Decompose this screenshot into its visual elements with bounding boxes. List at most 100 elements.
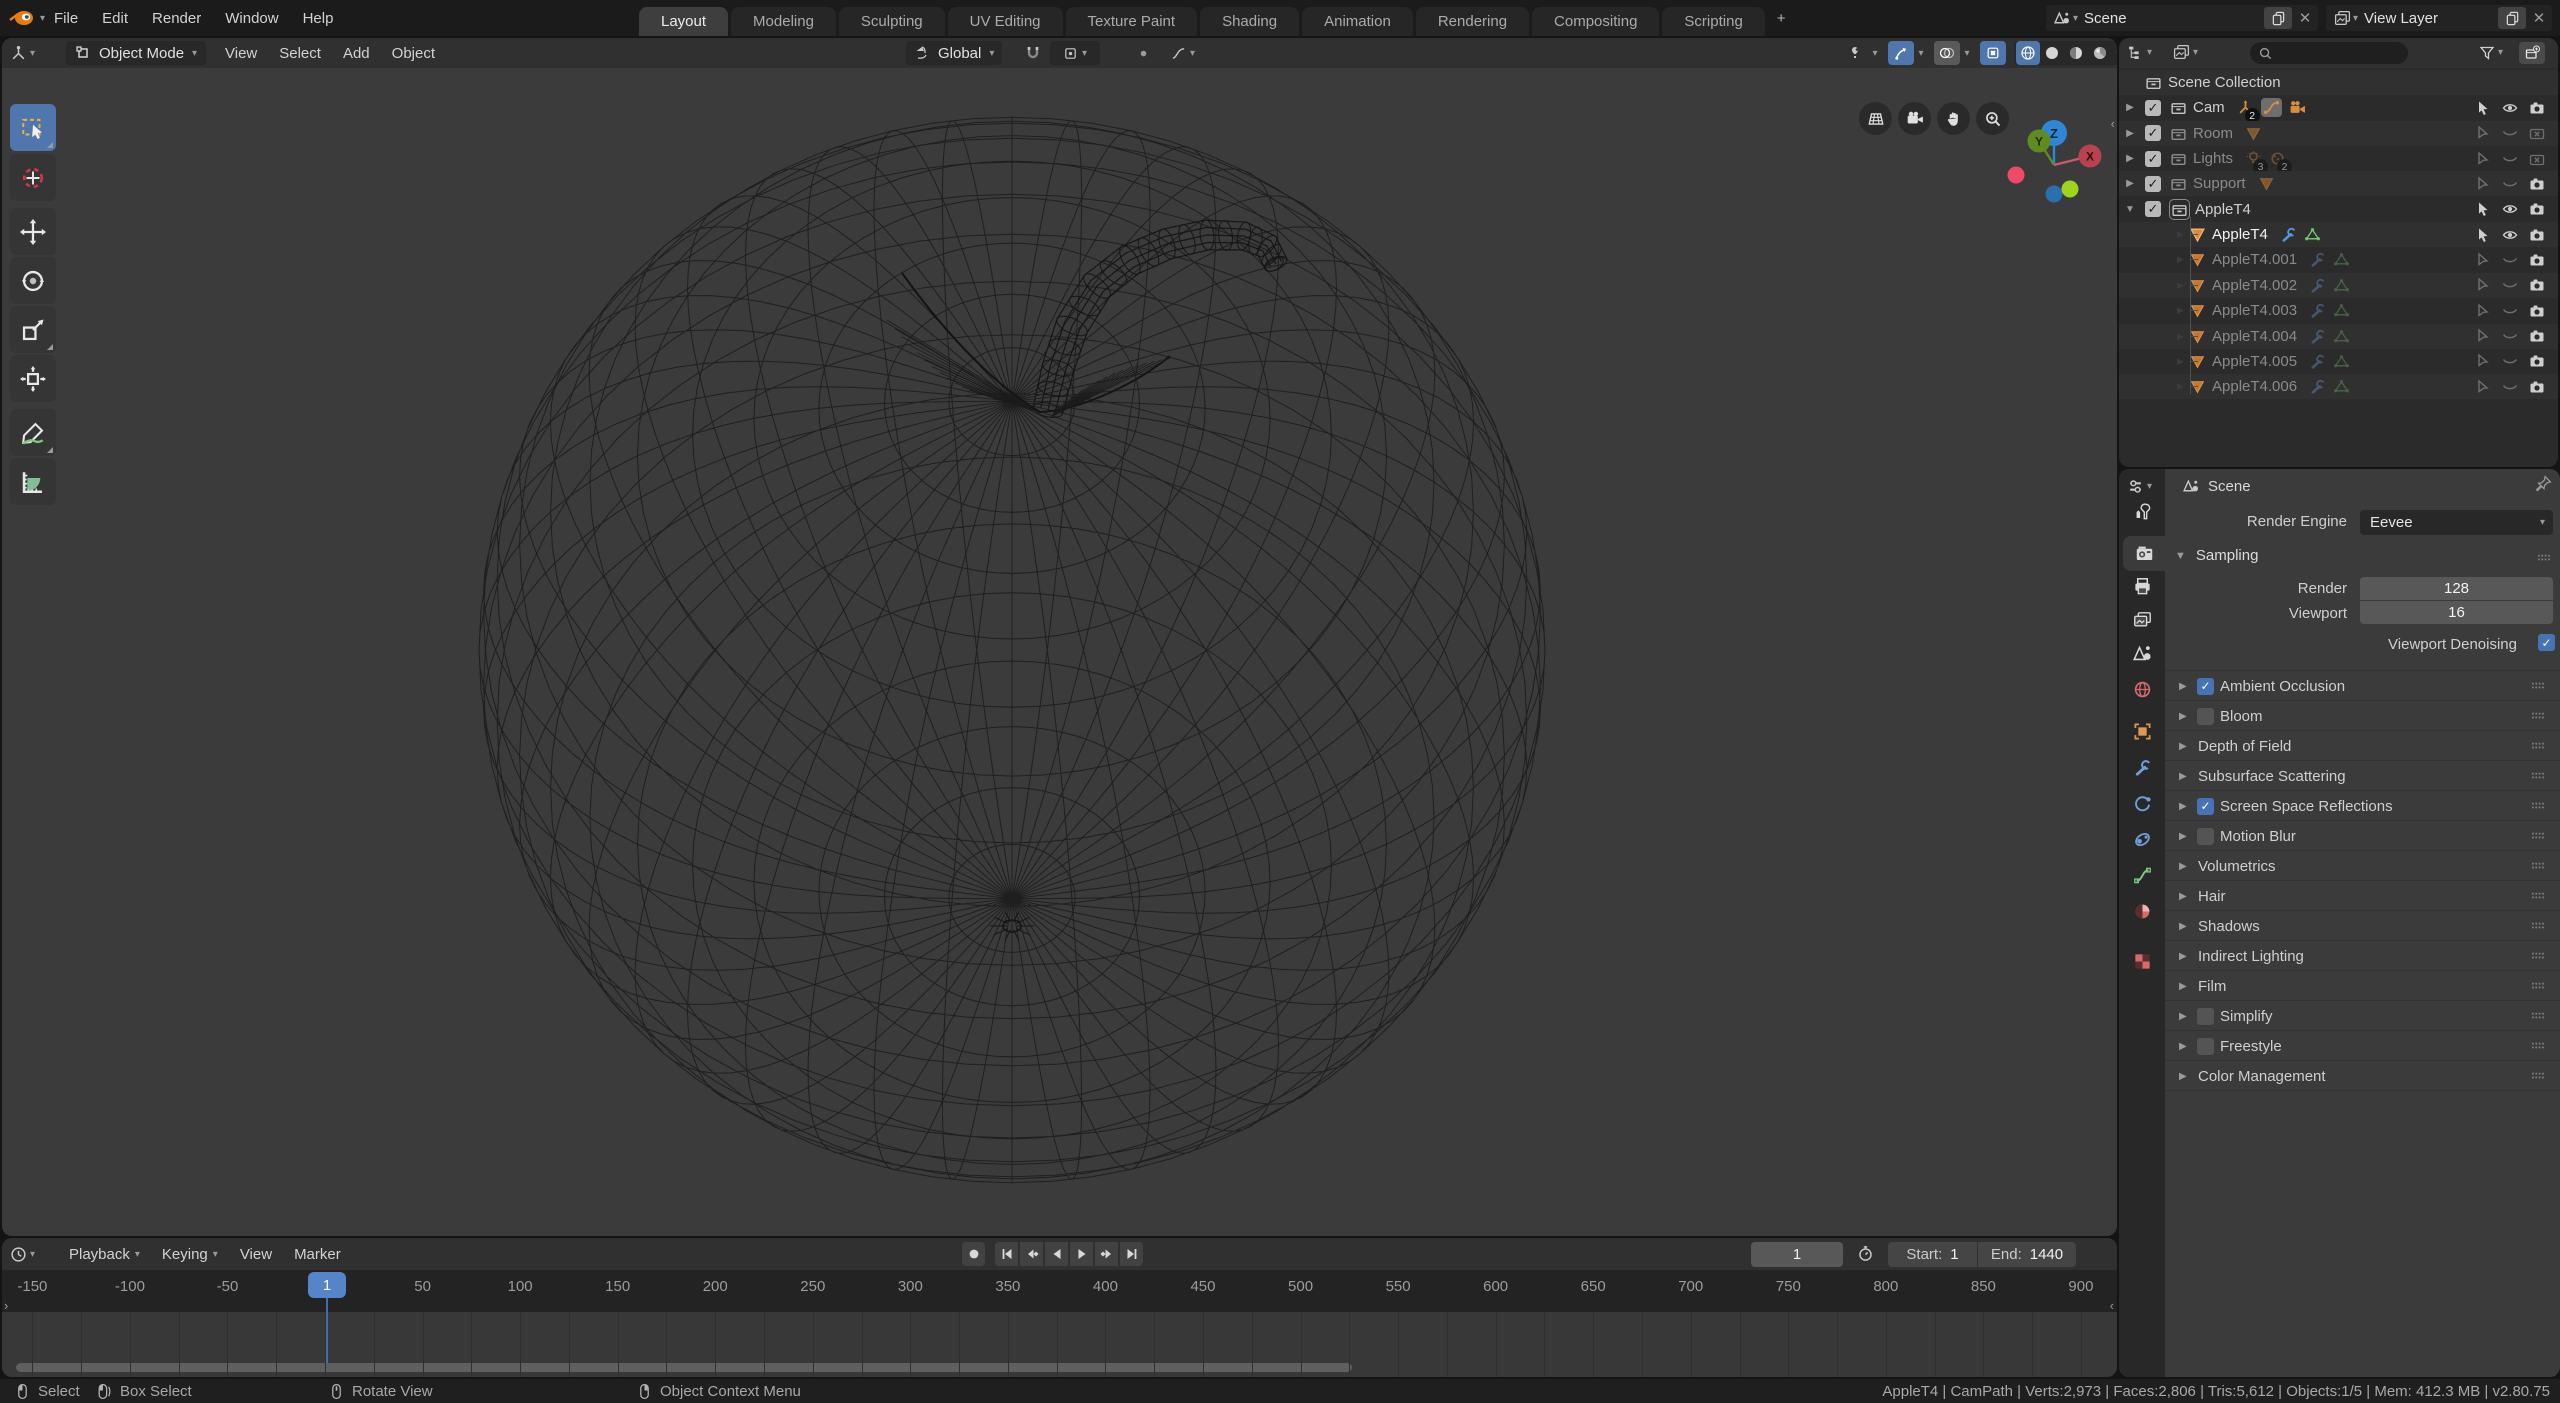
proportional-falloff-button[interactable]: ▾: [1158, 41, 1208, 65]
sidebar-toggle-handle[interactable]: ‹: [2110, 1298, 2114, 1313]
outliner-filter-button[interactable]: ▾: [2479, 38, 2503, 67]
timeline-menu-keying[interactable]: Keying▾: [151, 1239, 229, 1269]
panel-checkbox[interactable]: ✓: [2197, 678, 2214, 695]
tool-cursor-button[interactable]: [10, 154, 56, 201]
stopwatch-icon[interactable]: [1857, 1245, 1874, 1262]
snap-toggle-button[interactable]: [1020, 41, 1046, 65]
properties-tab-render[interactable]: [2123, 536, 2165, 571]
outliner-row[interactable]: ▶AppleT4.002: [2119, 273, 2558, 298]
sampling-panel-header[interactable]: ▼ Sampling: [2175, 547, 2258, 564]
new-view-layer-button[interactable]: [2498, 7, 2526, 29]
outliner-search-input[interactable]: [2250, 42, 2408, 64]
timeline-editor-type-button[interactable]: ▾: [10, 1238, 35, 1270]
expander-icon[interactable]: ▶: [2177, 356, 2189, 367]
expander-icon[interactable]: ▶: [2179, 1011, 2193, 1022]
properties-tab-output[interactable]: [2119, 569, 2165, 604]
expander-icon[interactable]: ▼: [2119, 204, 2141, 215]
mode-selector[interactable]: Object Mode ▾: [66, 41, 206, 65]
expander-icon[interactable]: ▶: [2179, 681, 2193, 692]
drag-grip-icon[interactable]: [2537, 551, 2552, 566]
drag-grip-icon[interactable]: [2531, 859, 2546, 874]
collection-checkbox[interactable]: ✓: [2145, 201, 2161, 217]
timeline-menu-playback[interactable]: Playback▾: [58, 1239, 151, 1269]
chevron-down-icon[interactable]: ▾: [2112, 48, 2117, 59]
expander-icon[interactable]: ▶: [2119, 128, 2141, 139]
nav-camera-view-button[interactable]: [1898, 102, 1931, 135]
next-keyframe-button[interactable]: [1095, 1242, 1118, 1266]
workspace-tab-uv-editing[interactable]: UV Editing: [948, 7, 1063, 36]
properties-tab-material[interactable]: [2119, 894, 2165, 929]
tool-scale-button[interactable]: [10, 306, 56, 353]
expander-icon[interactable]: ▶: [2179, 711, 2193, 722]
expander-icon[interactable]: ▶: [2179, 861, 2193, 872]
workspace-tab-animation[interactable]: Animation: [1302, 7, 1413, 36]
disable-render-toggle[interactable]: [2529, 353, 2558, 369]
selectable-toggle[interactable]: [2475, 100, 2502, 116]
properties-tab-tool[interactable]: [2119, 494, 2165, 529]
outliner-row-scene-collection[interactable]: Scene Collection: [2119, 70, 2558, 95]
disable-render-toggle[interactable]: [2529, 379, 2558, 395]
sampling-viewport-field[interactable]: 16: [2360, 601, 2553, 624]
outliner-row[interactable]: ▶AppleT4.006: [2119, 374, 2558, 399]
expander-icon[interactable]: ▶: [2179, 951, 2193, 962]
panel-shadows[interactable]: ▶Shadows: [2165, 910, 2560, 941]
blender-logo[interactable]: ▾: [8, 0, 45, 36]
selectable-toggle[interactable]: [2475, 125, 2502, 141]
expander-icon[interactable]: ▶: [2179, 771, 2193, 782]
expander-icon[interactable]: ▶: [2179, 1041, 2193, 1052]
disable-render-toggle[interactable]: [2529, 125, 2558, 141]
unlink-scene-button[interactable]: ✕: [2292, 9, 2318, 27]
properties-tab-object[interactable]: [2119, 714, 2165, 749]
expander-icon[interactable]: ▶: [2177, 254, 2189, 265]
hide-viewport-toggle[interactable]: [2502, 227, 2529, 243]
panel-checkbox[interactable]: [2197, 828, 2214, 845]
frame-start-field[interactable]: Start:1: [1888, 1242, 1977, 1267]
selectable-toggle[interactable]: [2475, 277, 2502, 293]
hide-viewport-toggle[interactable]: [2502, 125, 2529, 141]
viewport-menu-view[interactable]: View: [214, 38, 268, 68]
drag-grip-icon[interactable]: [2531, 709, 2546, 724]
chevron-down-icon[interactable]: ▾: [1914, 48, 1928, 59]
chevron-down-icon[interactable]: ▾: [1868, 48, 1882, 59]
viewport-menu-add[interactable]: Add: [332, 38, 381, 68]
collection-checkbox[interactable]: ✓: [2145, 176, 2161, 192]
hide-viewport-toggle[interactable]: [2502, 100, 2529, 116]
hide-viewport-toggle[interactable]: [2502, 277, 2529, 293]
properties-tab-physics[interactable]: [2119, 786, 2165, 821]
drag-grip-icon[interactable]: [2531, 889, 2546, 904]
viewport-menu-object[interactable]: Object: [381, 38, 446, 68]
render-engine-select[interactable]: Eevee ▾: [2360, 510, 2553, 535]
drag-grip-icon[interactable]: [2531, 739, 2546, 754]
jump-to-end-button[interactable]: [1120, 1242, 1143, 1266]
playhead-line[interactable]: [326, 1296, 328, 1363]
object-visibility-button[interactable]: [1842, 41, 1868, 65]
disable-render-toggle[interactable]: [2529, 252, 2558, 268]
workspace-tab-compositing[interactable]: Compositing: [1532, 7, 1659, 36]
panel-film[interactable]: ▶Film: [2165, 970, 2560, 1001]
selectable-toggle[interactable]: [2475, 201, 2502, 217]
shading-wireframe-button[interactable]: [2016, 41, 2040, 65]
tool-annotate-button[interactable]: [10, 409, 56, 456]
transform-orientation-selector[interactable]: Global ▾: [906, 41, 1002, 65]
hide-viewport-toggle[interactable]: [2502, 176, 2529, 192]
prev-keyframe-button[interactable]: [1020, 1242, 1043, 1266]
scene-selector[interactable]: ▾ Scene ✕: [2046, 5, 2318, 31]
add-workspace-button[interactable]: +: [1765, 0, 1798, 36]
timeline-menu-marker[interactable]: Marker: [283, 1239, 352, 1269]
play-button[interactable]: [1070, 1242, 1093, 1266]
disable-render-toggle[interactable]: [2529, 151, 2558, 167]
disable-render-toggle[interactable]: [2529, 328, 2558, 344]
hide-viewport-toggle[interactable]: [2502, 328, 2529, 344]
channels-toggle-handle[interactable]: ›: [4, 1298, 8, 1313]
tool-transform-button[interactable]: [10, 355, 56, 402]
expander-icon[interactable]: ▶: [2179, 801, 2193, 812]
jump-to-start-button[interactable]: [995, 1242, 1018, 1266]
shading-solid-button[interactable]: [2040, 41, 2064, 65]
selectable-toggle[interactable]: [2475, 151, 2502, 167]
expander-icon[interactable]: ▶: [2119, 102, 2141, 113]
drag-grip-icon[interactable]: [2531, 799, 2546, 814]
timeline-menu-view[interactable]: View: [229, 1239, 283, 1269]
selectable-toggle[interactable]: [2475, 328, 2502, 344]
panel-checkbox[interactable]: [2197, 708, 2214, 725]
outliner-display-mode-button[interactable]: ▾: [2173, 38, 2198, 67]
